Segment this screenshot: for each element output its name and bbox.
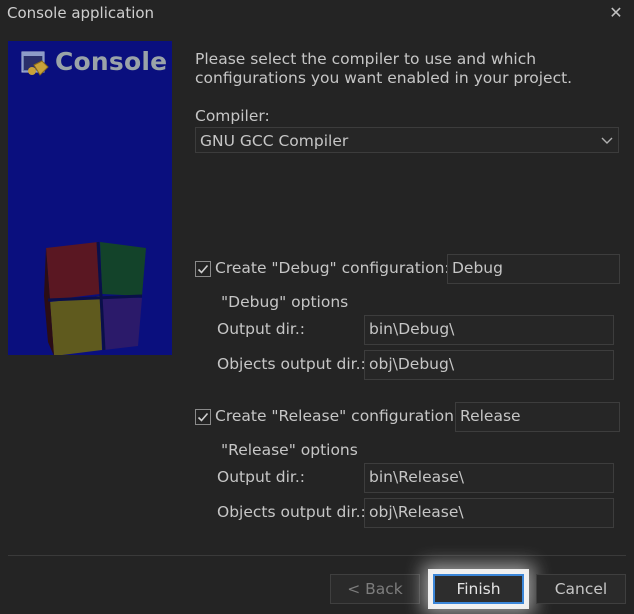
window-title: Console application [7,4,155,22]
release-options-title: "Release" options [221,441,358,459]
wizard-window: Console application ✕ Console Please sel… [0,0,634,614]
release-config-label: Create "Release" configuration: [215,407,460,425]
debug-objects-dir-input[interactable]: obj\Debug\ [364,350,614,380]
compiler-selected-value: GNU GCC Compiler [200,132,349,150]
compiler-label: Compiler: [195,107,270,125]
footer-divider [8,555,626,556]
wizard-banner: Console [8,41,172,355]
intro-text: Please select the compiler to use and wh… [195,50,573,87]
banner-title: Console [55,47,168,76]
release-objects-label: Objects output dir.: [217,503,366,521]
release-objects-dir-input[interactable]: obj\Release\ [364,498,614,528]
debug-name-input[interactable]: Debug [447,254,620,284]
finish-button[interactable]: Finish [433,574,524,604]
release-objects-dir-value: obj\Release\ [369,503,464,521]
back-button[interactable]: < Back [330,574,420,604]
release-config-row: Create "Release" configuration: [195,406,459,428]
colored-cube-image [42,238,150,355]
debug-config-label: Create "Debug" configuration: [215,259,450,277]
title-bar: Console application ✕ [0,0,634,28]
debug-objects-label: Objects output dir.: [217,355,366,373]
debug-name-value: Debug [452,259,503,277]
debug-output-dir-input[interactable]: bin\Debug\ [364,315,614,345]
console-app-logo-icon [20,49,50,79]
release-name-value: Release [460,407,521,425]
debug-output-label: Output dir.: [217,320,306,338]
compiler-select[interactable]: GNU GCC Compiler [195,127,619,153]
debug-options-title: "Debug" options [221,293,349,311]
debug-config-checkbox[interactable] [195,261,211,277]
release-output-label: Output dir.: [217,468,306,486]
release-output-dir-value: bin\Release\ [369,468,464,486]
chevron-down-icon [600,131,614,149]
debug-objects-dir-value: obj\Debug\ [369,355,455,373]
cancel-button[interactable]: Cancel [536,574,626,604]
debug-output-dir-value: bin\Debug\ [369,320,455,338]
release-name-input[interactable]: Release [455,402,620,432]
debug-config-row: Create "Debug" configuration: [195,258,450,280]
close-icon[interactable]: ✕ [604,2,628,24]
release-config-checkbox[interactable] [195,409,211,425]
release-output-dir-input[interactable]: bin\Release\ [364,463,614,493]
